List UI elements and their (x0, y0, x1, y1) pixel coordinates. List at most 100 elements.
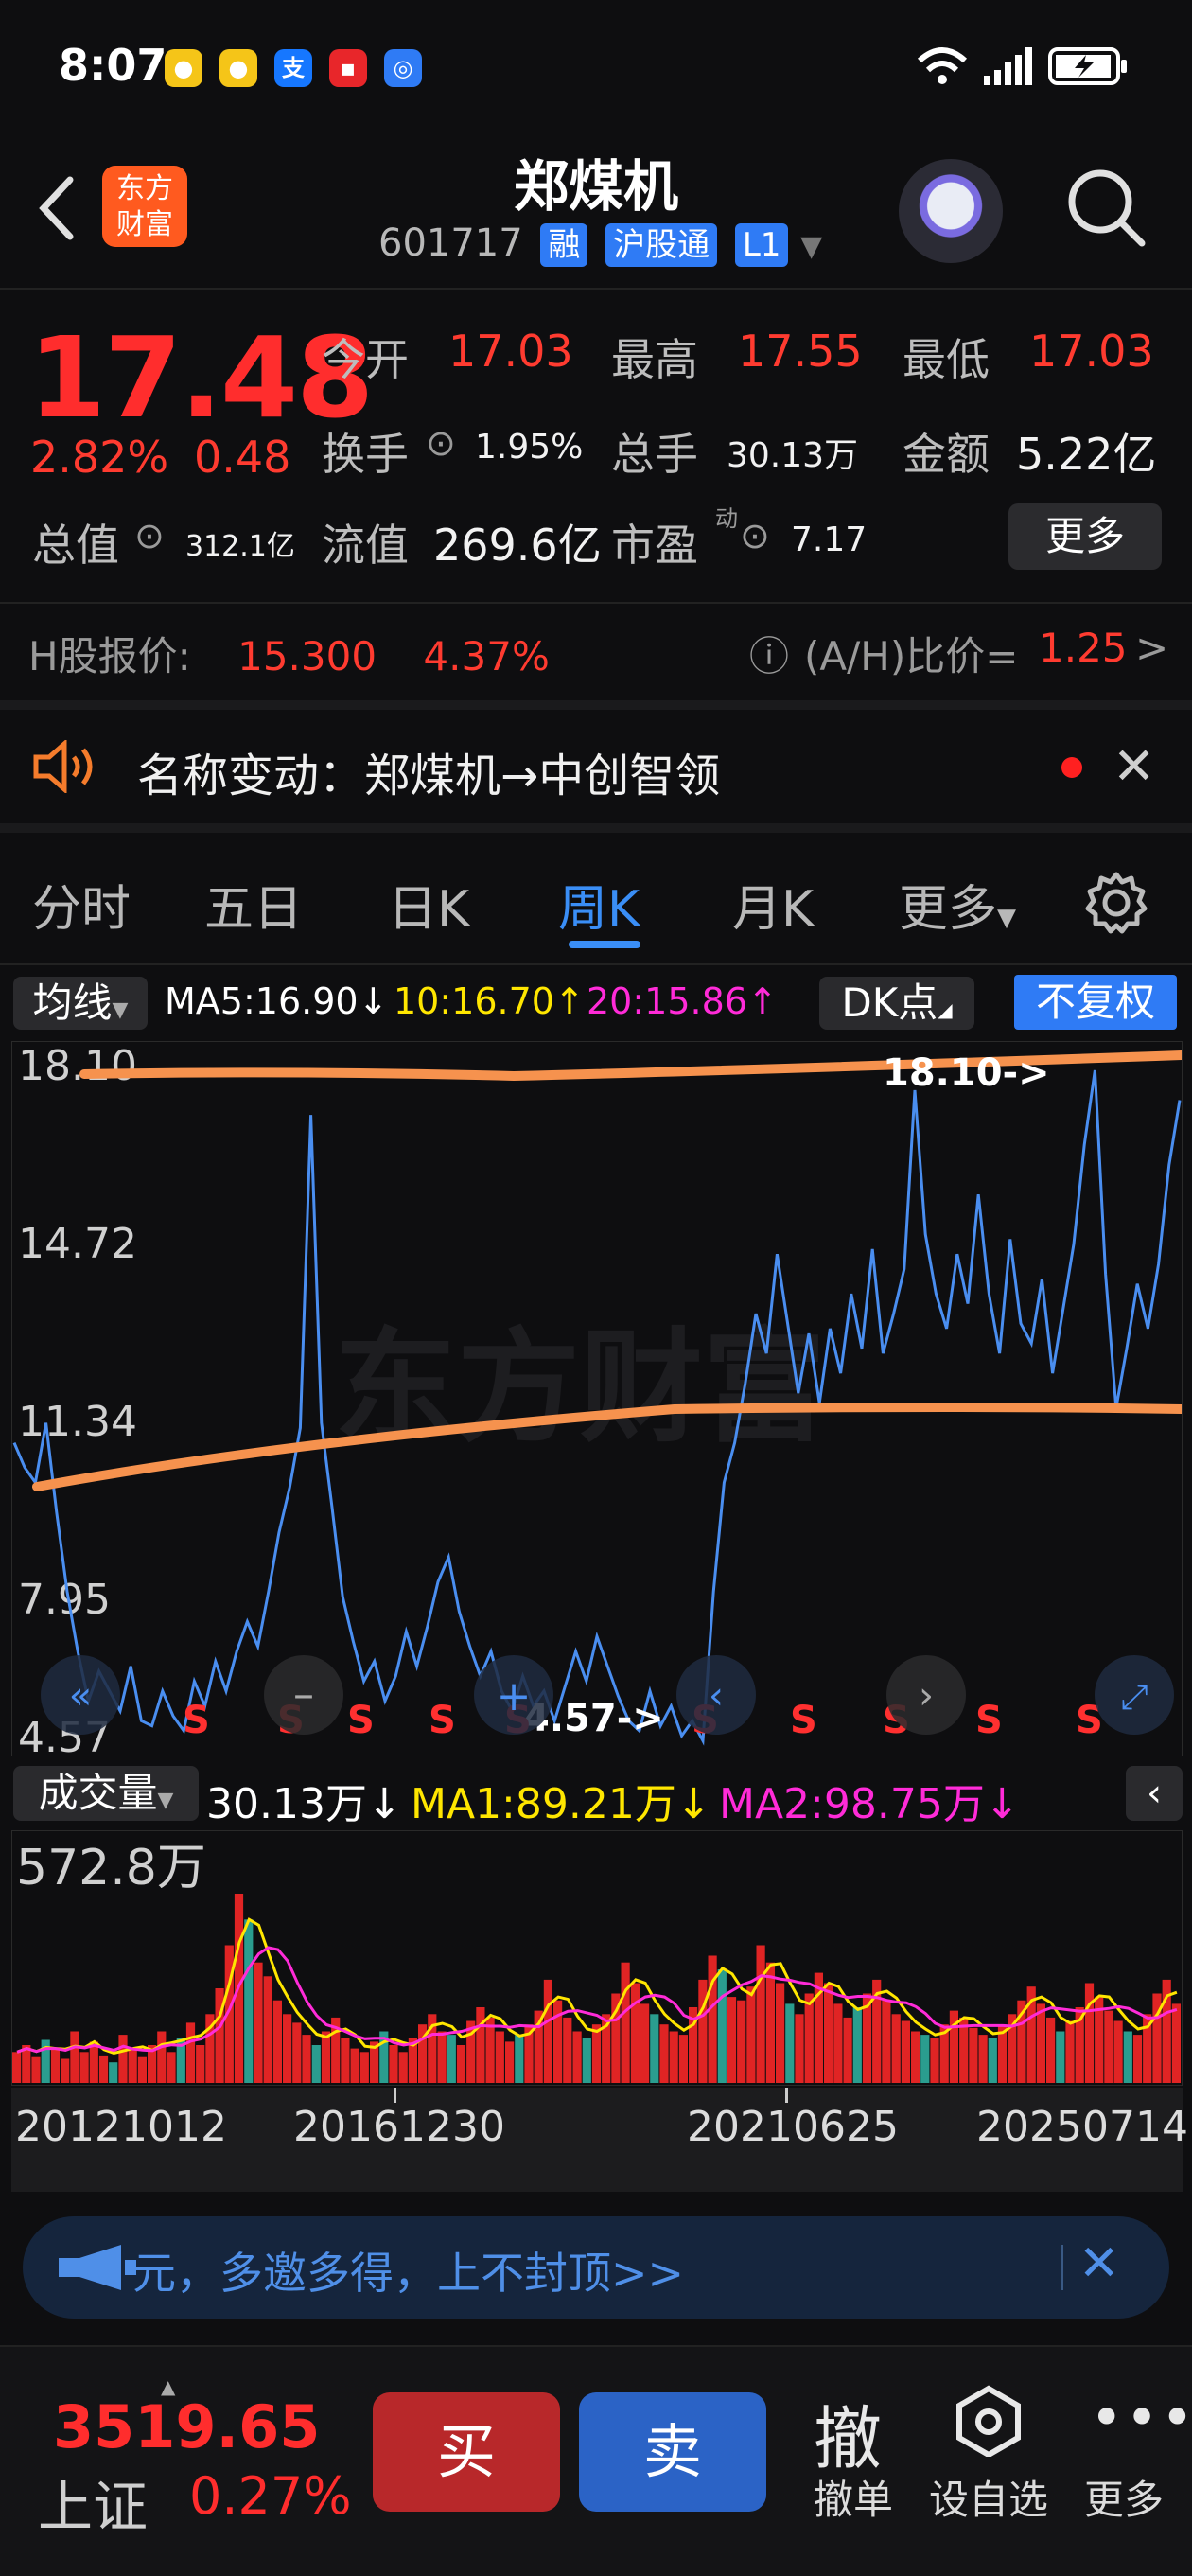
info-icon[interactable]: ⊙ (740, 515, 770, 556)
volume-bar (930, 2038, 939, 2083)
volume-bar (437, 2031, 447, 2083)
collapse-chevron-left-icon[interactable]: ‹ (1126, 1766, 1183, 1821)
change-amount: 0.48 (194, 432, 291, 483)
watchlist-label[interactable]: 设自选 (929, 2468, 1048, 2526)
search-icon[interactable] (1064, 166, 1149, 251)
chevron-right-glyph: › (919, 1674, 934, 1718)
open-value: 17.03 (448, 326, 573, 377)
hk-quote-line[interactable]: H股报价: 15.300 4.37% ⓘ (A/H)比价= 1.25 > (28, 625, 1168, 682)
app-notification-icon: ▪ (329, 49, 367, 87)
volume-bar (804, 1993, 814, 2083)
wifi-icon (917, 47, 968, 84)
watchlist-hexagon-icon[interactable] (955, 2385, 1022, 2457)
close-icon[interactable]: ✕ (1078, 2235, 1120, 2292)
change-percent: 2.82% (30, 432, 169, 483)
buy-button[interactable]: 买 (373, 2392, 560, 2512)
more-quote-button[interactable]: 更多 (1008, 503, 1162, 570)
unread-dot (1061, 757, 1082, 778)
tab-weekly-k[interactable]: 周K (558, 869, 640, 940)
volume-bar (1056, 2031, 1065, 2083)
speaker-icon (33, 740, 93, 793)
volume-bar (89, 2041, 98, 2083)
volume-bar (1104, 2010, 1113, 2083)
ma-selector[interactable]: 均线▼ (13, 977, 148, 1030)
index-value[interactable]: 3519.65 (53, 2392, 320, 2461)
ah-ratio-value: 1.25 (1039, 625, 1128, 671)
float-label: 流值 (322, 520, 409, 571)
volume-bar (882, 2000, 891, 2083)
close-icon[interactable]: ✕ (1113, 736, 1155, 796)
volume-bar (157, 2031, 167, 2083)
kline-chart[interactable]: 东方财富 18.10 14.72 11.34 7.95 4.57 18.10->… (11, 1041, 1183, 1756)
volume-bar (515, 2035, 524, 2083)
volume-bar (1084, 1983, 1095, 2083)
volume-bar (678, 2035, 688, 2083)
status-time: 8:07 (59, 40, 167, 91)
volume-bar (128, 2048, 137, 2083)
price-chart-svg: 东方财富 18.10 14.72 11.34 7.95 4.57 18.10->… (12, 1042, 1182, 1756)
volume-bar (321, 2031, 331, 2083)
sell-marker: S (429, 1699, 456, 1742)
assistant-avatar[interactable] (899, 159, 1003, 263)
adjust-mode-button[interactable]: 不复权 (1014, 975, 1177, 1030)
megaphone-icon (59, 2245, 136, 2290)
sell-button[interactable]: 卖 (579, 2392, 766, 2512)
mktcap-label: 总值 (32, 520, 119, 571)
volume-bar (495, 2031, 504, 2083)
volume-bar (98, 2055, 109, 2083)
volume-bar (630, 1983, 640, 2083)
high-value: 17.55 (738, 326, 863, 377)
plus-icon: + (497, 1672, 532, 1720)
notice-text: 名称变动：郑煤机→中创智领 (137, 750, 721, 803)
index-pct: 0.27% (189, 2466, 352, 2526)
pe-value: 7.17 (791, 520, 868, 559)
sell-marker: S (347, 1699, 375, 1742)
hk-label: H股报价: (28, 633, 191, 679)
volume-bar (447, 2035, 456, 2083)
volume-bar (659, 2024, 669, 2083)
tab-five-day[interactable]: 五日 (204, 869, 303, 940)
sell-marker: S (790, 1699, 817, 1742)
tab-daily-k[interactable]: 日K (388, 869, 469, 940)
volume-bar (824, 1983, 833, 2083)
volume-ma1: MA1:89.21万↓ (411, 1780, 711, 1828)
more-dots-icon[interactable]: ••• (1090, 2385, 1192, 2451)
amount-value: 5.22亿 (1016, 429, 1157, 480)
volume-bar (795, 2014, 804, 2083)
ma5-value: MA5:16.90↓ (165, 980, 389, 1022)
volume-bar (776, 1983, 785, 2083)
tab-monthly-k[interactable]: 月K (732, 869, 814, 940)
x-tick-label: 20210625 (687, 2103, 899, 2151)
info-icon[interactable]: ⊙ (134, 515, 165, 556)
volume-bar (563, 2017, 572, 2083)
stock-code-line[interactable]: 601717 融 沪股通 L1 ▼ (378, 221, 822, 267)
open-label: 今开 (322, 334, 409, 385)
tab-intraday[interactable]: 分时 (32, 869, 131, 940)
divider (0, 823, 1192, 833)
promo-text: 元，多邀多得，上不封顶>> (132, 2248, 685, 2299)
dk-point-selector[interactable]: DK点◢ (819, 977, 974, 1030)
gear-icon[interactable] (1082, 869, 1150, 937)
volume-bar (263, 1976, 272, 2083)
volume-bars (12, 1894, 1181, 2083)
index-name[interactable]: 上证 (38, 2462, 148, 2542)
y-tick-label: 7.95 (18, 1576, 111, 1624)
volume-selector[interactable]: 成交量▼ (13, 1766, 199, 1821)
active-tab-indicator (569, 941, 640, 948)
volume-bar (185, 2022, 196, 2083)
help-icon[interactable]: ⓘ (749, 625, 789, 682)
turnover-label: 换手 (322, 429, 409, 480)
double-chevron-left-glyph: « (69, 1674, 92, 1718)
volume-chart[interactable]: 572.8万 (11, 1830, 1183, 2086)
signal-icon (984, 47, 1032, 85)
volume-bar (669, 2031, 678, 2083)
tab-more[interactable]: 更多▼ (899, 869, 1016, 940)
amount-label: 金额 (903, 429, 990, 480)
volume-bar (756, 1945, 765, 2083)
low-label: 最低 (903, 334, 990, 385)
volume-bar (12, 2052, 22, 2083)
more-label[interactable]: 更多 (1084, 2468, 1164, 2526)
cancel-order-label[interactable]: 撤单 (814, 2468, 893, 2526)
volume-bar (621, 1962, 630, 2083)
info-icon[interactable]: ⊙ (426, 422, 456, 464)
